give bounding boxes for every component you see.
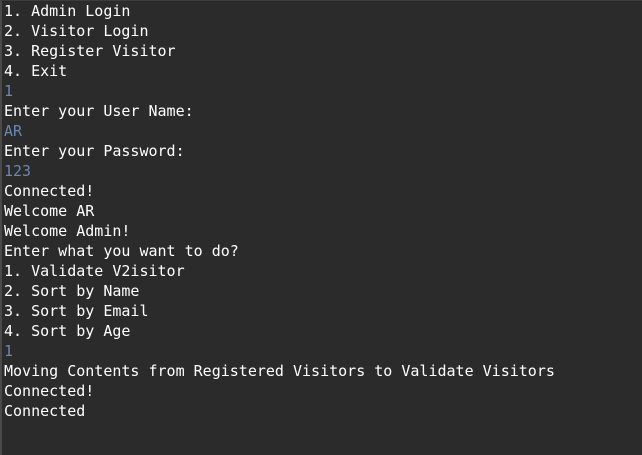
console-line: 2. Visitor Login xyxy=(4,22,149,40)
console-line: Connected xyxy=(4,402,86,420)
console-line: Enter what you want to do? xyxy=(4,242,239,260)
console-line: 1. Validate V2isitor xyxy=(4,262,185,280)
console-line: 3. Sort by Email xyxy=(4,302,149,320)
console-user-input: 123 xyxy=(4,162,32,180)
console-line: Welcome AR xyxy=(4,202,95,220)
console-line: Moving Contents from Registered Visitors… xyxy=(4,362,555,380)
console-line: Enter your User Name: xyxy=(4,102,194,120)
console-line: 1. Admin Login xyxy=(4,2,131,20)
console-line: Welcome Admin! xyxy=(4,222,131,240)
console-user-input: 1 xyxy=(4,82,14,100)
console-line: 2. Sort by Name xyxy=(4,282,140,300)
console-line: 4. Exit xyxy=(4,62,68,80)
console-line: Enter your Password: xyxy=(4,142,185,160)
console-line: 3. Register Visitor xyxy=(4,42,176,60)
console-output-panel[interactable]: 1. Admin Login 2. Visitor Login 3. Regis… xyxy=(0,0,642,455)
console-user-input: AR xyxy=(4,122,23,140)
console-line: 4. Sort by Age xyxy=(4,322,131,340)
console-user-input: 1 xyxy=(4,342,14,360)
console-line: Connected! xyxy=(4,382,95,400)
console-line: Connected! xyxy=(4,182,95,200)
